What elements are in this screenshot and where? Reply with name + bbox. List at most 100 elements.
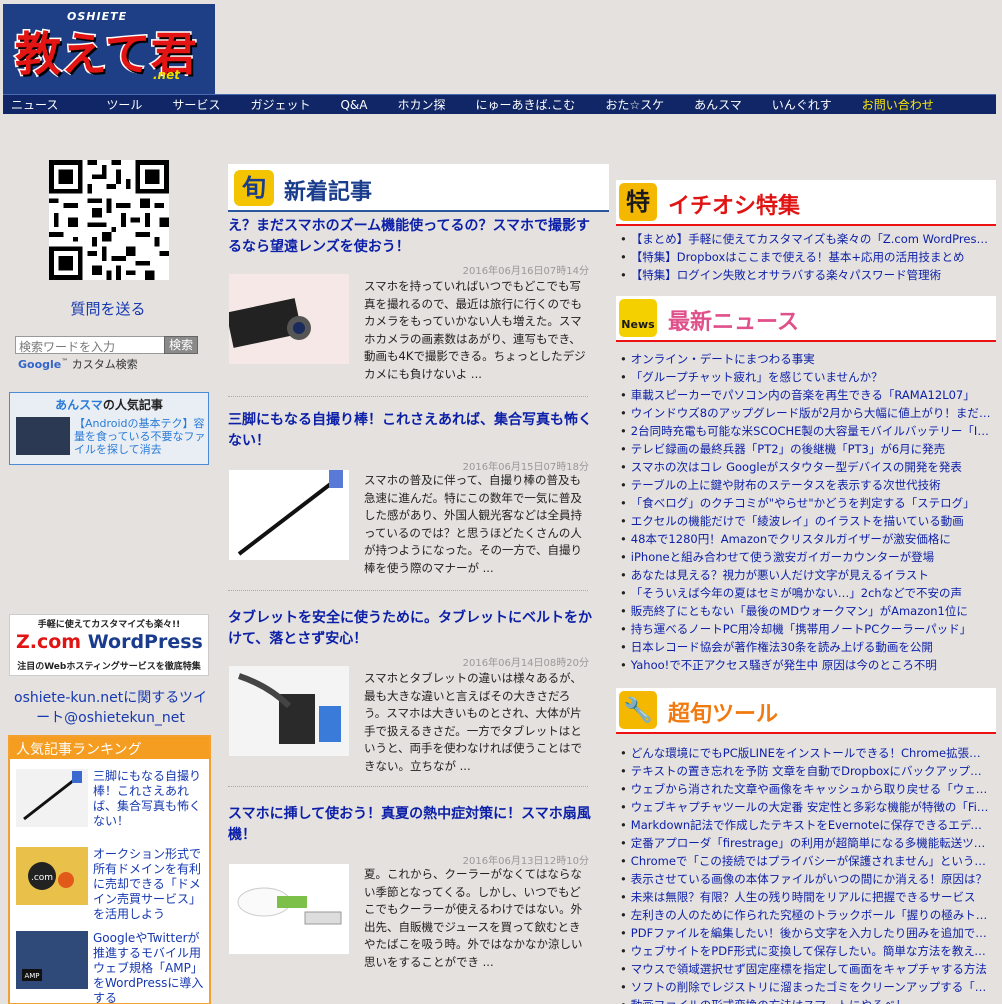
- nav-item-otasuke[interactable]: おた☆スケ: [597, 96, 664, 113]
- list-item[interactable]: ウインドウズ8のアップグレード版が2月から大幅に値上がり！まだの人は急ごう: [616, 404, 991, 422]
- ranking-thumbnail[interactable]: AMP: [16, 931, 88, 989]
- list-item[interactable]: Yahoo!で不正アクセス騒ぎが発生中 原因は今のところ不明: [616, 656, 991, 674]
- nav-item-tools[interactable]: ツール: [98, 96, 142, 113]
- list-item[interactable]: ウェブキャプチャツールの大定番 安定性と多彩な機能が特徴の「FireShot」: [616, 798, 991, 816]
- list-item[interactable]: テーブルの上に鍵や財布のステータスを表示する次世代技術: [616, 476, 991, 494]
- zcom-note: 注目のWebホスティングサービスを徹底特集: [17, 662, 201, 672]
- list-item[interactable]: 48本で1280円！Amazonでクリスタルガイザーが激安価格に: [616, 530, 991, 548]
- ranking-item-link[interactable]: GoogleやTwitterが推進するモバイル用ウェブ規格「AMP」をWordP…: [93, 931, 205, 1004]
- article: スマホに挿して使おう！真夏の熱中症対策に！スマホ扇風機！ 2016年06月13日…: [228, 804, 609, 969]
- list-item[interactable]: ソフトの削除でレジストリに溜まったゴミをクリーンアップする「Revo Unins…: [616, 978, 991, 996]
- article-date: 2016年06月15日07時18分: [462, 462, 589, 473]
- list-item[interactable]: 車載スピーカーでパソコン内の音楽を再生できる「RAMA12L07」: [616, 386, 991, 404]
- list-item[interactable]: 【まとめ】手軽に使えてカスタマイズも楽々の「Z.com WordPress」でW…: [616, 230, 991, 248]
- hot-tools-header: 🔧 超旬ツール: [616, 688, 996, 734]
- list-item[interactable]: スマホの次はコレ Googleがスタウター型デバイスの開発を発表: [616, 458, 991, 476]
- list-item[interactable]: 【特集】ログイン失敗とオサラバする楽々パスワード管理術: [616, 266, 991, 284]
- zcom-logo-z: Z.com: [16, 631, 82, 653]
- list-item[interactable]: テレビ録画の最終兵器「PT2」の後継機「PT3」が6月に発売: [616, 440, 991, 458]
- list-item[interactable]: 左利きの人のために作られた究極のトラックボール「握りの極みトラックボール」: [616, 906, 991, 924]
- article-summary: スマホを持っていればいつでもどこでも写真を撮れるので、最近は旅行に行くのでもカメ…: [364, 279, 586, 381]
- nav-item-news[interactable]: ニュース: [3, 96, 58, 113]
- google-logo: Google: [18, 358, 62, 371]
- list-item[interactable]: ウェブから消された文章や画像をキャッシュから取り戻せる「ウェブタイムマシン」: [616, 780, 991, 798]
- list-item[interactable]: 「そういえば今年の夏はセミが鳴かない…」2chなどで不安の声: [616, 584, 991, 602]
- search-button[interactable]: 検索: [164, 336, 198, 354]
- nav-item-contact[interactable]: お問い合わせ: [854, 96, 934, 113]
- list-item[interactable]: 「食べログ」のクチコミが"やらせ"かどうを判定する「ステログ」: [616, 494, 991, 512]
- list-item[interactable]: 持ち運べるノートPC用冷却機「携帯用ノートPCクーラーパッド」: [616, 620, 991, 638]
- list-item[interactable]: エクセルの機能だけで「綾波レイ」のイラストを描いている動画: [616, 512, 991, 530]
- toku-icon: 特: [619, 183, 657, 221]
- hot-tools-list: どんな環境にでもPC版LINEをインストールできる！Chrome拡張版LINE …: [616, 744, 996, 1004]
- search-input[interactable]: 検索ワードを入力: [15, 336, 165, 354]
- google-note: カスタム検索: [71, 358, 138, 371]
- list-item[interactable]: 未来は無限？有限？人生の残り時間をリアルに把握できるサービス: [616, 888, 991, 906]
- ranking-thumbnail[interactable]: [16, 769, 88, 827]
- list-item[interactable]: 「グループチャット疲れ」を感じていませんか？: [616, 368, 991, 386]
- article-divider: [228, 786, 588, 787]
- article-thumbnail[interactable]: [229, 666, 349, 756]
- ranking-item-link[interactable]: オークション形式で所有ドメインを有利に売却できる「ドメイン売買サービス」を活用し…: [93, 847, 205, 922]
- site-header: OSHIETE 教えて君 .net ニュース ツール サービス ガジェット Q&…: [3, 4, 996, 114]
- article-title[interactable]: え？まだスマホのズーム機能使ってるの？スマホで撮影するなら望遠レンズを使おう！: [228, 216, 598, 258]
- list-item[interactable]: PDFファイルを編集したい！後から文字を入力したり囲みを追加できるツール: [616, 924, 991, 942]
- nav-item-ansma[interactable]: あんスマ: [686, 96, 742, 113]
- ansma-brand: あんスマ: [55, 398, 103, 412]
- google-custom-search-label: Google™ カスタム検索: [18, 356, 138, 372]
- section-title: 超旬ツール: [668, 702, 779, 727]
- ansma-article-link[interactable]: 【Androidの基本テク】容量を食っている不要なファイルを探して消去: [74, 417, 206, 456]
- nav-item-ingress[interactable]: いんぐれす: [764, 96, 832, 113]
- list-item[interactable]: 定番アプローダ「firestrage」の利用が超簡単になる多機能転送ツール: [616, 834, 991, 852]
- list-item[interactable]: マウスで領域選択せず固定座標を指定して画面をキャプチャする方法: [616, 960, 991, 978]
- new-articles-header: 旬 新着記事: [228, 164, 609, 212]
- nav-item-qa[interactable]: Q&A: [332, 98, 367, 112]
- article-thumbnail[interactable]: [226, 274, 349, 364]
- article-title[interactable]: タブレットを安全に使うために。タブレットにベルトをかけて、落とさず安心！: [228, 608, 598, 650]
- latest-news-list: オンライン・デートにまつわる事実 「グループチャット疲れ」を感じていませんか？ …: [616, 350, 996, 674]
- wrench-icon: 🔧: [619, 691, 657, 729]
- list-item[interactable]: 販売終了にともない「最後のMDウォークマン」がAmazon1位に: [616, 602, 991, 620]
- section-title: 新着記事: [284, 180, 373, 205]
- list-item[interactable]: 【特集】Dropboxはここまで使える！基本+応用の活用技まとめ: [616, 248, 991, 266]
- list-item[interactable]: どんな環境にでもPC版LINEをインストールできる！Chrome拡張版LINE: [616, 744, 991, 762]
- ranking-item-link[interactable]: 三脚にもなる自撮り棒！これさえあれば、集合写真も怖くない！: [93, 769, 205, 829]
- list-item[interactable]: iPhoneと組み合わせて使う激安ガイガーカウンターが登場: [616, 548, 991, 566]
- shun-icon: 旬: [234, 170, 274, 206]
- list-item[interactable]: Markdown記法で作成したテキストをEvernoteに保存できるエディタ「M…: [616, 816, 991, 834]
- article-divider: [228, 590, 588, 591]
- global-nav: ニュース ツール サービス ガジェット Q&A ホカン探 にゅーあきば.こむ お…: [3, 94, 996, 114]
- svg-text:.com: .com: [31, 873, 53, 883]
- nav-item-akiba[interactable]: にゅーあきば.こむ: [467, 96, 575, 113]
- tweet-link[interactable]: oshiete-kun.netに関するツイート@oshietekun_net: [8, 688, 213, 728]
- ranking-box: 人気記事ランキング 三脚にもなる自撮り棒！これさえあれば、集合写真も怖くない！ …: [8, 735, 211, 1004]
- svg-text:AMP: AMP: [24, 972, 39, 980]
- nav-item-gadget[interactable]: ガジェット: [242, 96, 310, 113]
- list-item[interactable]: Chromeで「この接続ではプライバシーが保護されません」という警告が出たら: [616, 852, 991, 870]
- nav-item-services[interactable]: サービス: [164, 96, 220, 113]
- list-item[interactable]: 2台同時充電も可能な米SCOCHE製の大容量モバイルバッテリー「IP-POWER…: [616, 422, 991, 440]
- article-thumbnail[interactable]: [229, 470, 349, 560]
- article-thumbnail[interactable]: [229, 864, 349, 954]
- list-item[interactable]: 動画ファイルの形式変換の方法はスマートにやるべし: [616, 996, 991, 1004]
- section-title: イチオシ特集: [668, 194, 801, 219]
- list-item[interactable]: 表示させている画像の本体ファイルがいつの間にか消える！原因は？: [616, 870, 991, 888]
- send-question-link[interactable]: 質問を送る: [8, 298, 208, 319]
- article-title[interactable]: スマホに挿して使おう！真夏の熱中症対策に！スマホ扇風機！: [228, 804, 598, 846]
- news-icon: News: [619, 299, 657, 337]
- list-item[interactable]: オンライン・デートにまつわる事実: [616, 350, 991, 368]
- list-item[interactable]: テキストの置き忘れを予防 文章を自動でDropboxにバックアップするツール: [616, 762, 991, 780]
- ansma-article-thumbnail[interactable]: [16, 417, 70, 455]
- ranking-thumbnail[interactable]: .com: [16, 847, 88, 905]
- article: え？まだスマホのズーム機能使ってるの？スマホで撮影するなら望遠レンズを使おう！ …: [226, 216, 609, 397]
- nav-item-hokantan[interactable]: ホカン探: [389, 96, 445, 113]
- ansma-box-title: あんスマの人気記事: [10, 393, 208, 413]
- site-logo[interactable]: OSHIETE 教えて君 .net: [3, 4, 215, 94]
- list-item[interactable]: あなたは見える？視力が悪い人だけ文字が見えるイラスト: [616, 566, 991, 584]
- google-tm: ™: [61, 357, 69, 366]
- list-item[interactable]: 日本レコード協会が著作権法30条を読み上げる動画を公開: [616, 638, 991, 656]
- list-item[interactable]: ウェブサイトをPDF形式に変換して保存したい。簡単な方法を教えて！: [616, 942, 991, 960]
- article-date: 2016年06月16日07時14分: [462, 266, 589, 277]
- zcom-wordpress-banner[interactable]: 手軽に使えてカスタマイズも楽々!! Z.com WordPress 注目のWeb…: [9, 614, 209, 676]
- article-title[interactable]: 三脚にもなる自撮り棒！これさえあれば、集合写真も怖くない！: [228, 410, 598, 452]
